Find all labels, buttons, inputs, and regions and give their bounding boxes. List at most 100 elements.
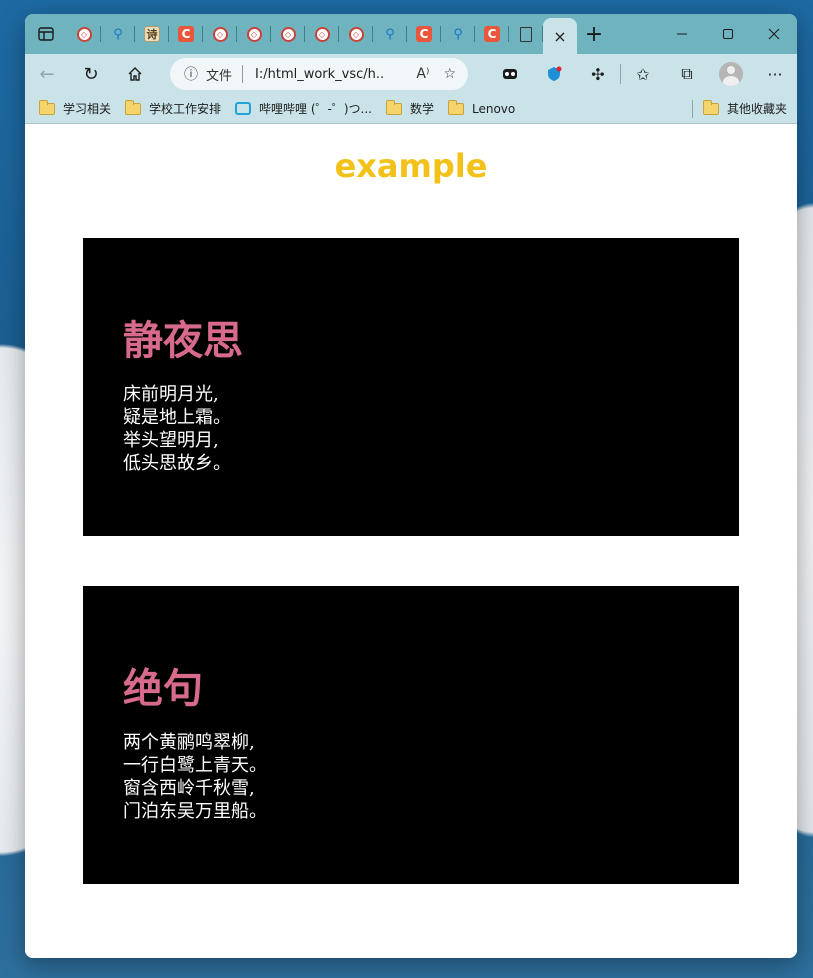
close-window-button[interactable] [751, 14, 797, 54]
other-bookmarks[interactable]: 其他收藏夹 [691, 99, 787, 118]
tab-12[interactable]: ⚲ [441, 18, 475, 50]
folder-icon [39, 99, 55, 115]
code-icon: ◇ [348, 26, 364, 42]
bookmark-label: 数学 [409, 102, 434, 116]
read-aloud-icon[interactable]: A⁾ [416, 66, 429, 82]
maximize-button[interactable] [705, 14, 751, 54]
extension-button-1[interactable] [488, 54, 532, 94]
tab-6[interactable]: ◇ [237, 18, 271, 50]
toolbar-extensions: ✣ ✩ ⧉ ··· [488, 54, 797, 94]
address-actions: A⁾ ☆ [416, 66, 456, 82]
folder-icon [448, 99, 464, 115]
new-tab-button[interactable]: + [577, 14, 611, 54]
poem-line: 一行白鹭上青天。 [123, 755, 267, 776]
poem-line: 床前明月光, [123, 384, 219, 405]
tab-13[interactable]: C [475, 18, 509, 50]
tab-9[interactable]: ◇ [339, 18, 373, 50]
poem-icon: 诗 [144, 26, 160, 42]
poem-card: 绝句 两个黄鹂鸣翠柳, 一行白鹭上青天。 窗含西岭千秋雪, 门泊东吴万里船。 [83, 586, 739, 884]
avatar [719, 62, 743, 86]
search-icon: ⚲ [385, 26, 395, 42]
maximize-icon [723, 29, 733, 39]
bookmark-label: 学习相关 [63, 102, 112, 116]
back-button[interactable]: ← [25, 54, 69, 94]
search-icon: ⚲ [453, 26, 463, 42]
poem-line: 举头望明月, [123, 430, 219, 451]
c-icon: C [484, 26, 500, 42]
bookmark-school-work[interactable]: 学校工作安排 [125, 94, 221, 124]
navigation-toolbar: ← ↻ ⓘ 文件 I:/html_work_vsc/h... A⁾ ☆ ✣ ✩ … [25, 54, 797, 94]
bookmarks-divider [691, 99, 693, 118]
code-icon: ◇ [280, 26, 296, 42]
search-icon: ⚲ [113, 26, 123, 42]
document-icon [520, 26, 532, 42]
tab-10[interactable]: ⚲ [373, 18, 407, 50]
tab-strip: ◇ ⚲ 诗 C ◇ ◇ ◇ ◇ ◇ ⚲ C ⚲ C × + [25, 14, 797, 54]
poem-line: 门泊东吴万里船。 [123, 801, 267, 822]
c-icon: C [416, 26, 432, 42]
address-divider [242, 65, 244, 83]
extensions-button[interactable]: ✣ [576, 54, 620, 94]
tab-2[interactable]: ⚲ [101, 18, 135, 50]
code-icon: ◇ [314, 26, 330, 42]
poem-line: 两个黄鹂鸣翠柳, [123, 732, 255, 753]
bookmark-bilibili[interactable]: 哔哩哔哩 (゜-゜)つ... [235, 94, 372, 124]
home-icon [128, 67, 142, 81]
bilibili-icon [235, 102, 252, 115]
tab-7[interactable]: ◇ [271, 18, 305, 50]
back-arrow-icon: ← [39, 63, 55, 85]
refresh-icon: ↻ [83, 63, 99, 85]
code-icon: ◇ [246, 26, 262, 42]
bookmarks-bar: 学习相关 学校工作安排 哔哩哔哩 (゜-゜)つ... 数学 Lenovo 其他收… [25, 94, 797, 124]
home-button[interactable] [113, 54, 157, 94]
collections-icon: ⧉ [681, 64, 693, 83]
poem-line: 低头思故乡。 [123, 453, 231, 474]
code-icon: ◇ [212, 26, 228, 42]
address-scheme-label: 文件 [206, 68, 233, 84]
tab-5[interactable]: ◇ [203, 18, 237, 50]
poem-card: 静夜思 床前明月光, 疑是地上霜。 举头望明月, 低头思故乡。 [83, 238, 739, 536]
poem-title: 绝句 [123, 666, 203, 712]
info-icon[interactable]: ⓘ [176, 64, 206, 84]
page-title: example [334, 147, 488, 185]
tab-14[interactable] [509, 18, 543, 50]
poem-title: 静夜思 [123, 318, 243, 364]
profile-button[interactable] [709, 54, 753, 94]
active-tab-close-button[interactable]: × [543, 18, 577, 54]
tab-3[interactable]: 诗 [135, 18, 169, 50]
other-bookmarks-label: 其他收藏夹 [726, 102, 787, 116]
favorites-button[interactable]: ✩ [621, 54, 665, 94]
more-icon: ··· [767, 64, 783, 84]
bookmark-lenovo[interactable]: Lenovo [448, 94, 515, 124]
code-icon: ◇ [76, 26, 92, 42]
minimize-icon [677, 33, 687, 35]
browser-window: ◇ ⚲ 诗 C ◇ ◇ ◇ ◇ ◇ ⚲ C ⚲ C × + ← ↻ ⓘ 文件 I… [25, 14, 797, 958]
tab-1[interactable]: ◇ [67, 18, 101, 50]
extension-button-2[interactable] [532, 54, 576, 94]
tab-11[interactable]: C [407, 18, 441, 50]
address-bar[interactable]: ⓘ 文件 I:/html_work_vsc/h... A⁾ ☆ [170, 58, 468, 90]
bookmark-study[interactable]: 学习相关 [39, 94, 111, 124]
tab-4[interactable]: C [169, 18, 203, 50]
tab-actions-icon [38, 27, 54, 41]
tab-actions-button[interactable] [25, 14, 67, 54]
bookmark-math[interactable]: 数学 [385, 94, 434, 124]
poem-line: 疑是地上霜。 [123, 407, 231, 428]
refresh-button[interactable]: ↻ [69, 54, 113, 94]
folder-icon [125, 99, 142, 115]
folder-icon [385, 99, 402, 115]
tab-8[interactable]: ◇ [305, 18, 339, 50]
bookmark-label: 学校工作安排 [149, 102, 222, 116]
poem-line: 窗含西岭千秋雪, [123, 778, 255, 799]
extension-mask-icon [503, 69, 517, 79]
add-favorite-icon[interactable]: ☆ [443, 66, 456, 82]
bookmark-label: 哔哩哔哩 (゜-゜)つ... [259, 102, 372, 116]
bookmark-label: Lenovo [472, 101, 516, 116]
folder-icon [702, 99, 719, 115]
minimize-button[interactable] [659, 14, 705, 54]
address-url[interactable]: I:/html_work_vsc/h... [255, 67, 383, 82]
settings-menu-button[interactable]: ··· [753, 54, 797, 94]
close-icon [768, 28, 780, 40]
window-controls [659, 14, 797, 54]
collections-button[interactable]: ⧉ [665, 54, 709, 94]
